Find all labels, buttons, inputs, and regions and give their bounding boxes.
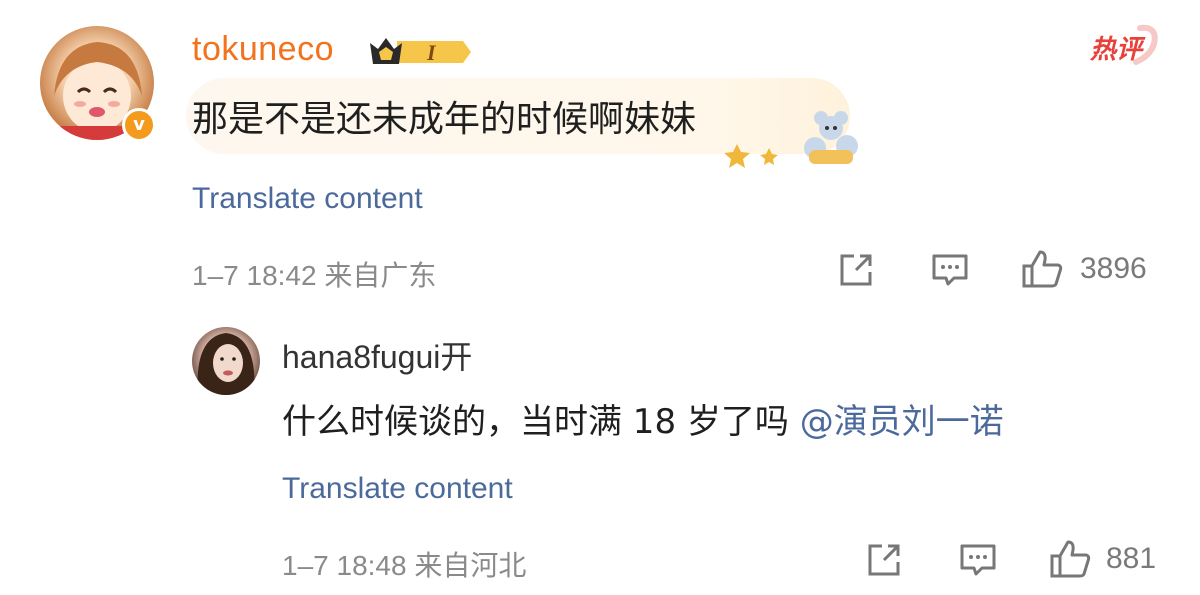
reply-like-icon[interactable] [1048, 538, 1092, 580]
reply-timestamp: 1–7 18:48 来自河北 [282, 550, 527, 581]
mouse-sticker-icon [724, 98, 865, 172]
comment-username[interactable]: tokuneco [192, 30, 334, 69]
reply-translate-link[interactable]: Translate content [282, 472, 513, 506]
level-text: I [426, 40, 437, 65]
comment-timestamp: 1–7 18:42 来自广东 [192, 260, 437, 291]
reply-body: 什么时候谈的，当时满 18 岁了吗 [282, 402, 800, 442]
share-icon[interactable] [836, 250, 876, 290]
reply-share-icon[interactable] [864, 540, 904, 580]
like-icon[interactable] [1020, 248, 1064, 290]
reply-text: 什么时候谈的，当时满 18 岁了吗 @演员刘一诺 [282, 394, 1004, 443]
hot-comment-icon: 热评 [1088, 22, 1160, 72]
hot-label: 热评 [1089, 35, 1146, 65]
reply-comment-icon[interactable] [958, 540, 998, 580]
translate-link[interactable]: Translate content [192, 182, 423, 216]
reply-username[interactable]: hana8fugui开 [282, 332, 472, 378]
reply-avatar[interactable] [192, 327, 260, 395]
level-crown-icon[interactable]: I [367, 34, 473, 70]
comment-text: 那是不是还未成年的时候啊妹妹 [192, 99, 697, 140]
like-count: 3896 [1080, 252, 1147, 285]
comment-icon[interactable] [930, 250, 970, 290]
mention-link[interactable]: @演员刘一诺 [800, 402, 1004, 442]
reply-like-count: 881 [1106, 542, 1157, 575]
verified-badge-icon: v [122, 108, 156, 142]
